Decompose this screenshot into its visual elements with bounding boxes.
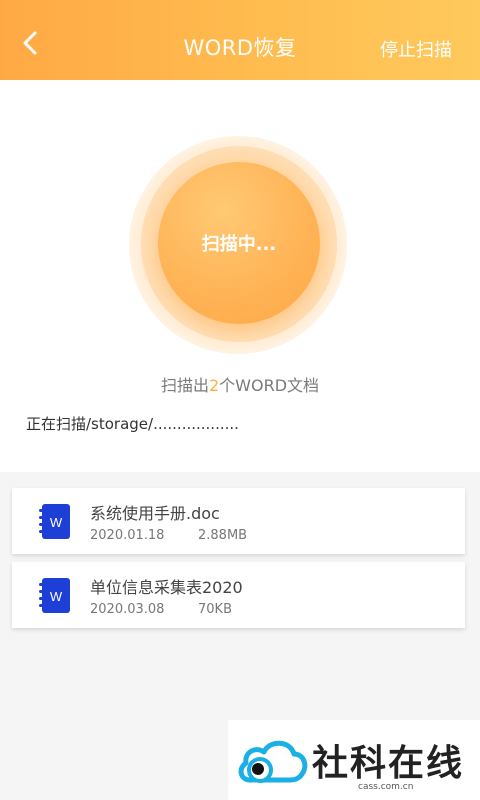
scan-count-suffix: 个WORD文档 (219, 376, 320, 395)
cloud-eye-logo-icon (238, 740, 308, 783)
scan-count-number: 2 (208, 376, 220, 395)
scan-panel: 扫描中... 扫描出2个WORD文档 正在扫描/storage/........… (0, 80, 480, 472)
file-size: 70KB (198, 602, 232, 617)
file-date: 2020.03.08 (90, 602, 165, 617)
watermark-text: 社科在线 (312, 742, 465, 784)
file-name: 单位信息采集表2020 (90, 578, 243, 597)
scan-status-button[interactable]: 扫描中... (158, 162, 320, 324)
word-doc-icon: W (39, 578, 70, 613)
scan-path-text: 正在扫描/storage/.................. (26, 415, 239, 433)
file-list-item[interactable]: W 系统使用手册.doc 2020.01.18 2.88MB (12, 488, 465, 554)
scan-count-prefix: 扫描出 (160, 376, 209, 395)
scan-result-count: 扫描出2个WORD文档 (0, 372, 480, 396)
file-name: 系统使用手册.doc (90, 504, 220, 523)
stop-scan-button[interactable]: 停止扫描 (380, 36, 452, 62)
watermark-domain: cass.com.cn (358, 782, 414, 792)
word-doc-icon-letter: W (50, 515, 63, 530)
scan-status-label: 扫描中... (201, 234, 277, 255)
file-date: 2020.01.18 (90, 528, 165, 543)
top-bar: WORD恢复 停止扫描 (0, 0, 480, 80)
watermark: 社科在线 cass.com.cn (228, 720, 480, 800)
word-doc-icon-letter: W (50, 589, 63, 604)
word-doc-icon: W (39, 504, 70, 539)
file-size: 2.88MB (198, 528, 248, 543)
file-list-item[interactable]: W 单位信息采集表2020 2020.03.08 70KB (12, 562, 465, 628)
